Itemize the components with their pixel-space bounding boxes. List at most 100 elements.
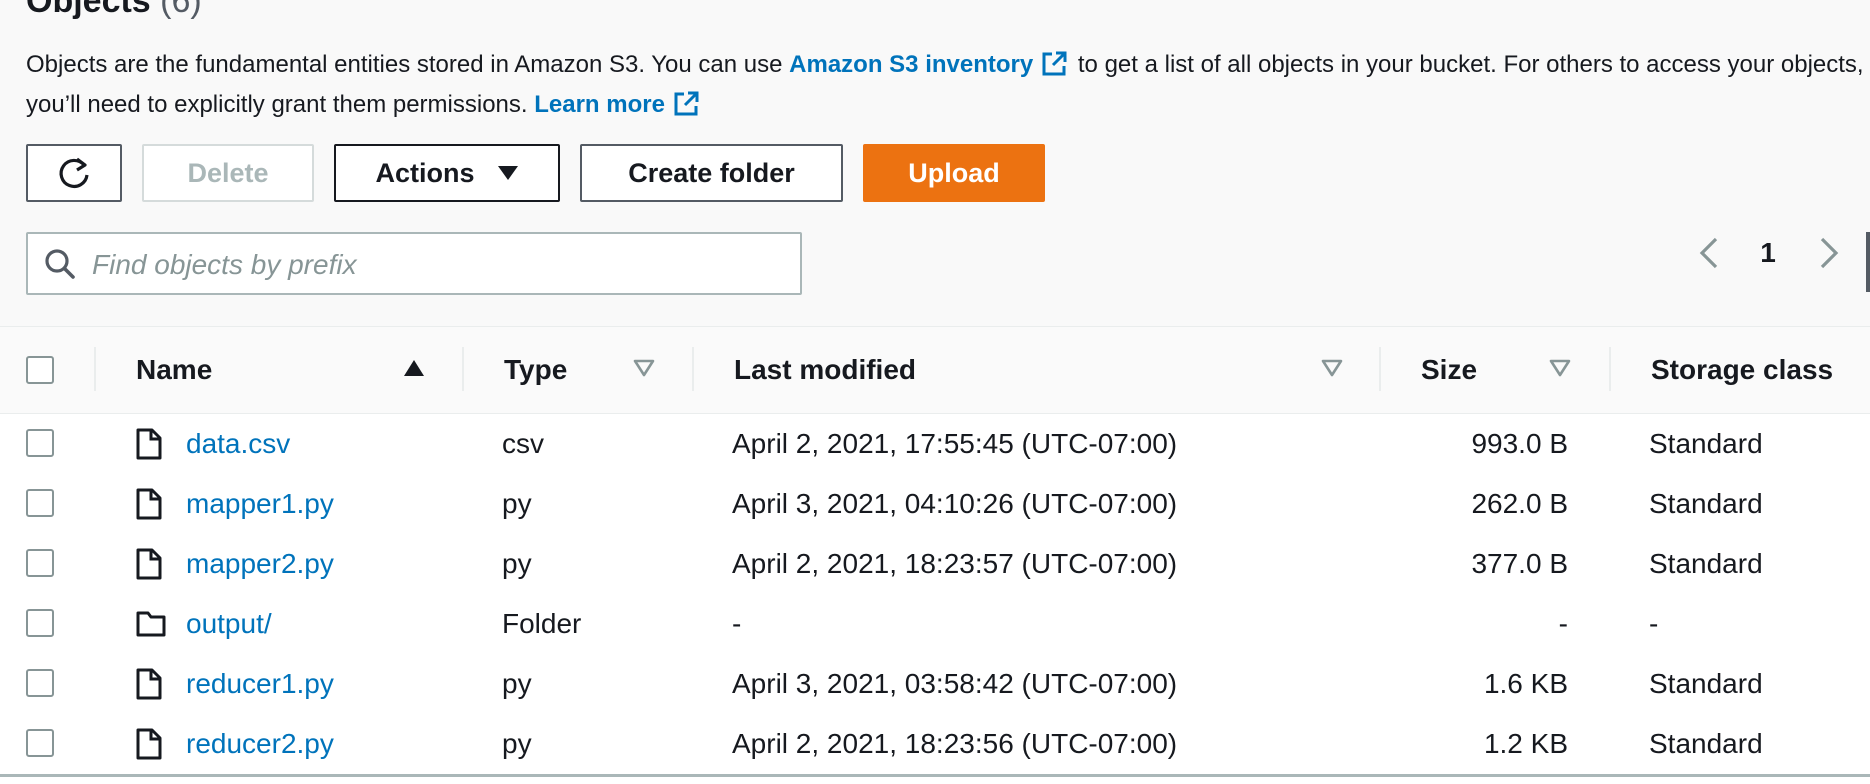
object-name-link[interactable]: mapper2.py — [186, 534, 334, 594]
object-storage-class: Standard — [1649, 728, 1763, 759]
sort-ascending-icon[interactable] — [403, 358, 425, 378]
object-size: 993.0 B — [1471, 428, 1568, 459]
row-checkbox[interactable] — [26, 729, 54, 757]
object-last-modified: April 2, 2021, 18:23:57 (UTC-07:00) — [732, 548, 1178, 579]
column-separator — [462, 347, 464, 391]
refresh-button[interactable] — [26, 144, 122, 202]
column-name-label: Name — [136, 354, 213, 385]
sort-icon[interactable] — [1321, 358, 1343, 378]
upload-button[interactable]: Upload — [863, 144, 1045, 202]
create-folder-button[interactable]: Create folder — [580, 144, 843, 202]
upload-label: Upload — [908, 157, 1000, 188]
object-size: 377.0 B — [1471, 548, 1568, 579]
current-page-number[interactable]: 1 — [1756, 236, 1780, 270]
refresh-icon — [59, 157, 89, 188]
column-header-size[interactable]: Size — [1421, 327, 1477, 413]
table-row[interactable]: mapper2.py py April 2, 2021, 18:23:57 (U… — [0, 534, 1870, 595]
search-icon — [45, 249, 75, 279]
edge-divider — [1866, 232, 1870, 292]
table-row[interactable]: data.csv csv April 2, 2021, 17:55:45 (UT… — [0, 414, 1870, 475]
delete-button[interactable]: Delete — [142, 144, 314, 202]
learn-more-link[interactable]: Learn more — [534, 91, 665, 118]
file-icon — [136, 728, 162, 760]
file-icon-cell — [136, 474, 162, 534]
column-separator — [1379, 347, 1381, 391]
column-header-type[interactable]: Type — [504, 327, 567, 413]
chevron-left-icon[interactable] — [1696, 236, 1722, 270]
file-icon — [136, 428, 162, 460]
search-box — [26, 232, 802, 295]
table-row[interactable]: mapper1.py py April 3, 2021, 04:10:26 (U… — [0, 474, 1870, 535]
table-row[interactable]: reducer2.py py April 2, 2021, 18:23:56 (… — [0, 714, 1870, 775]
object-name-link[interactable]: reducer1.py — [186, 654, 334, 714]
column-type-label: Type — [504, 354, 568, 385]
chevron-right-icon[interactable] — [1816, 236, 1842, 270]
object-size: 262.0 B — [1471, 488, 1568, 519]
table-row[interactable]: output/ Folder - - - — [0, 594, 1870, 655]
row-checkbox[interactable] — [26, 429, 54, 457]
select-all-checkbox[interactable] — [26, 356, 54, 384]
object-type: py — [502, 668, 532, 699]
row-checkbox[interactable] — [26, 609, 54, 637]
object-last-modified: - — [732, 608, 742, 639]
file-icon-cell — [136, 714, 162, 774]
object-last-modified: April 2, 2021, 18:23:56 (UTC-07:00) — [732, 728, 1178, 759]
object-storage-class: Standard — [1649, 488, 1763, 519]
description-text-1: Objects are the fundamental entities sto… — [26, 51, 790, 78]
description-text-3: you’ll need to explicitly grant them per… — [26, 91, 535, 118]
object-type: py — [502, 728, 532, 759]
table-header: Name Type Last modified Size Storage cla… — [0, 327, 1870, 415]
object-storage-class: Standard — [1649, 548, 1763, 579]
object-last-modified: April 3, 2021, 04:10:26 (UTC-07:00) — [732, 488, 1178, 519]
row-checkbox[interactable] — [26, 669, 54, 697]
external-link-icon — [674, 91, 699, 116]
sort-icon[interactable] — [1549, 358, 1571, 378]
object-size: 1.6 KB — [1483, 668, 1568, 699]
object-name-link[interactable]: mapper1.py — [186, 474, 334, 534]
row-checkbox[interactable] — [26, 489, 54, 517]
search-input[interactable] — [90, 242, 784, 288]
inventory-link[interactable]: Amazon S3 inventory — [789, 51, 1033, 78]
file-icon-cell — [136, 414, 162, 474]
object-name-link[interactable]: data.csv — [186, 414, 290, 474]
object-name-link[interactable]: output/ — [186, 594, 272, 654]
object-type: py — [502, 488, 532, 519]
column-header-name[interactable]: Name — [136, 327, 212, 413]
object-size: - — [1558, 608, 1568, 639]
column-header-storage-class[interactable]: Storage class — [1651, 327, 1833, 413]
object-type: py — [502, 548, 532, 579]
column-separator — [1609, 347, 1611, 391]
object-storage-class: - — [1649, 608, 1659, 639]
caret-down-icon — [497, 166, 518, 180]
table-row[interactable]: reducer1.py py April 3, 2021, 03:58:42 (… — [0, 654, 1870, 715]
external-link-icon — [1042, 51, 1067, 76]
column-size-label: Size — [1421, 354, 1478, 385]
object-type: csv — [502, 428, 544, 459]
object-size: 1.2 KB — [1483, 728, 1568, 759]
objects-description: Objects are the fundamental entities sto… — [26, 45, 1870, 125]
object-name-link[interactable]: reducer2.py — [186, 714, 334, 774]
column-storage-class-label: Storage class — [1651, 354, 1834, 385]
page-title: Objects (6) — [26, 0, 202, 21]
object-storage-class: Standard — [1649, 668, 1763, 699]
folder-icon — [136, 611, 166, 637]
table-bottom-border — [0, 774, 1870, 777]
file-icon — [136, 668, 162, 700]
object-last-modified: April 3, 2021, 03:58:42 (UTC-07:00) — [732, 668, 1178, 699]
actions-label: Actions — [375, 157, 475, 188]
file-icon — [136, 488, 162, 520]
object-last-modified: April 2, 2021, 17:55:45 (UTC-07:00) — [732, 428, 1178, 459]
folder-icon-cell — [136, 594, 166, 654]
column-header-last-modified[interactable]: Last modified — [734, 327, 916, 413]
sort-icon[interactable] — [633, 358, 655, 378]
column-separator — [692, 347, 694, 391]
file-icon — [136, 548, 162, 580]
description-text-2: to get a list of all objects in your buc… — [1071, 51, 1864, 78]
actions-dropdown-button[interactable]: Actions — [334, 144, 560, 202]
file-icon-cell — [136, 654, 162, 714]
row-checkbox[interactable] — [26, 549, 54, 577]
delete-label: Delete — [187, 157, 269, 188]
object-type: Folder — [502, 608, 582, 639]
object-storage-class: Standard — [1649, 428, 1763, 459]
column-separator — [94, 347, 96, 391]
